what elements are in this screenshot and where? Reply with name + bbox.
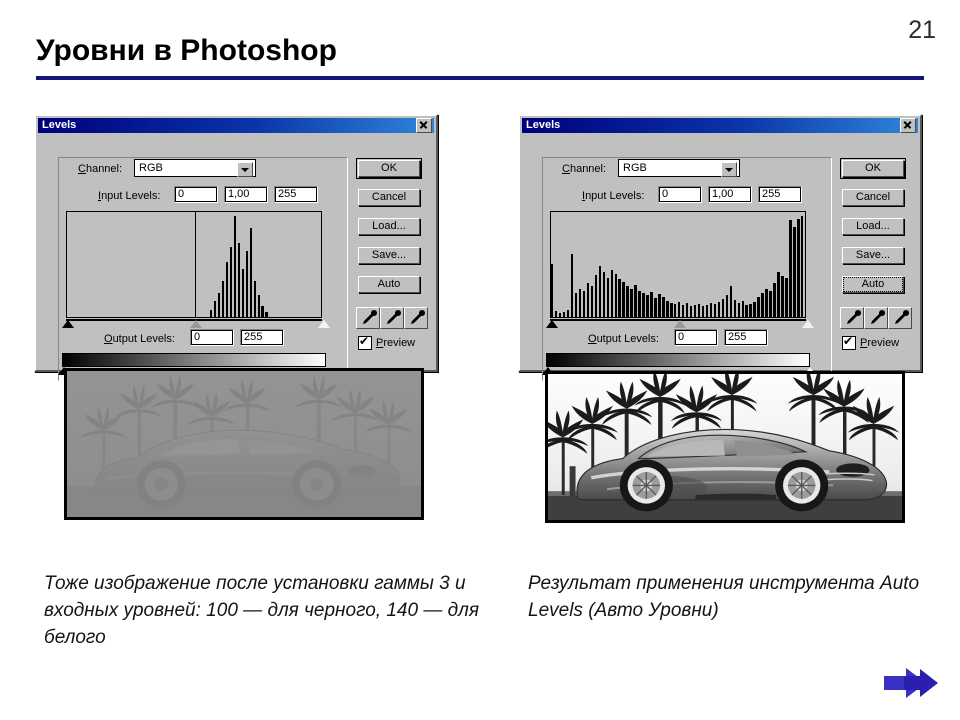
load-button[interactable]: Load...: [358, 218, 420, 235]
auto-button[interactable]: Auto: [358, 276, 420, 293]
channel-select[interactable]: RGB: [134, 159, 256, 177]
load-button[interactable]: Load...: [842, 218, 904, 235]
output-gradient-bar: [62, 353, 326, 367]
close-icon[interactable]: [416, 118, 432, 133]
input-white-slider[interactable]: [318, 320, 330, 328]
output-levels-label: Output Levels:: [588, 333, 659, 345]
input-histogram: [66, 211, 322, 318]
input-black-slider[interactable]: [62, 320, 74, 328]
input-gamma-field[interactable]: 1,00: [708, 186, 752, 203]
eyedropper-black-icon[interactable]: [840, 307, 864, 329]
caption-left: Тоже изображение после установки гаммы 3…: [44, 573, 479, 648]
caption-right: Результат применения инструмента Auto Le…: [528, 573, 920, 621]
close-icon[interactable]: [900, 118, 916, 133]
histogram-bars: [67, 212, 321, 317]
page-number: 21: [908, 16, 936, 44]
input-white-slider[interactable]: [802, 320, 814, 328]
dialog-title: Levels: [526, 119, 561, 131]
channel-value: RGB: [139, 162, 163, 174]
input-gamma-slider[interactable]: [190, 320, 202, 328]
input-white-field[interactable]: 255: [274, 186, 318, 203]
photo-flat: [64, 368, 424, 520]
dialog-title: Levels: [42, 119, 77, 131]
preview-label: Preview: [376, 337, 416, 349]
channel-label: Channel:: [78, 163, 123, 175]
preview-checkbox[interactable]: [358, 334, 372, 350]
cancel-button[interactable]: Cancel: [358, 189, 420, 206]
eyedropper-gray-icon[interactable]: [864, 307, 888, 329]
slide-canvas: 21 Уровни в Photoshop Levels Channel: RG…: [0, 0, 960, 720]
output-white-field[interactable]: 255: [724, 329, 768, 346]
ok-button[interactable]: OK: [356, 158, 422, 179]
auto-button[interactable]: Auto: [842, 276, 904, 293]
input-black-field[interactable]: 0: [174, 186, 218, 203]
eyedropper-white-icon[interactable]: [888, 307, 912, 329]
channel-label: Channel:: [562, 163, 607, 175]
input-histogram: [550, 211, 806, 318]
preview-label: Preview: [860, 337, 900, 349]
input-black-field[interactable]: 0: [658, 186, 702, 203]
chevron-down-icon[interactable]: [721, 162, 737, 177]
levels-dialog-left[interactable]: Levels Channel: RGB Input Levels: 0 1,00…: [34, 114, 438, 381]
input-black-slider[interactable]: [546, 320, 558, 328]
chevron-down-icon[interactable]: [237, 162, 253, 177]
ok-button[interactable]: OK: [840, 158, 906, 179]
eyedropper-white-icon[interactable]: [404, 307, 428, 329]
cancel-button[interactable]: Cancel: [842, 189, 904, 206]
histogram-bars: [551, 212, 805, 317]
title-divider: [36, 76, 924, 80]
page-title: Уровни в Photoshop: [36, 34, 337, 67]
output-white-field[interactable]: 255: [240, 329, 284, 346]
channel-value: RGB: [623, 162, 647, 174]
input-gamma-field[interactable]: 1,00: [224, 186, 268, 203]
output-black-field[interactable]: 0: [674, 329, 718, 346]
next-arrow-icon[interactable]: [880, 662, 942, 704]
save-button[interactable]: Save...: [842, 247, 904, 264]
input-levels-label: Input Levels:: [98, 190, 161, 202]
auto-button-label: Auto: [843, 277, 903, 292]
eyedropper-black-icon[interactable]: [356, 307, 380, 329]
output-gradient-bar: [546, 353, 810, 367]
input-white-field[interactable]: 255: [758, 186, 802, 203]
eyedropper-gray-icon[interactable]: [380, 307, 404, 329]
dialog-titlebar[interactable]: Levels: [38, 118, 434, 133]
save-button[interactable]: Save...: [358, 247, 420, 264]
preview-checkbox[interactable]: [842, 334, 856, 350]
output-black-field[interactable]: 0: [190, 329, 234, 346]
photo-auto: [545, 371, 905, 523]
histogram-midline: [195, 212, 196, 317]
channel-select[interactable]: RGB: [618, 159, 740, 177]
output-levels-label: Output Levels:: [104, 333, 175, 345]
input-gamma-slider[interactable]: [674, 320, 686, 328]
levels-dialog-right[interactable]: Levels Channel: RGB Input Levels: 0 1,00…: [518, 114, 922, 381]
dialog-titlebar[interactable]: Levels: [522, 118, 918, 133]
input-levels-label: Input Levels:: [582, 190, 645, 202]
